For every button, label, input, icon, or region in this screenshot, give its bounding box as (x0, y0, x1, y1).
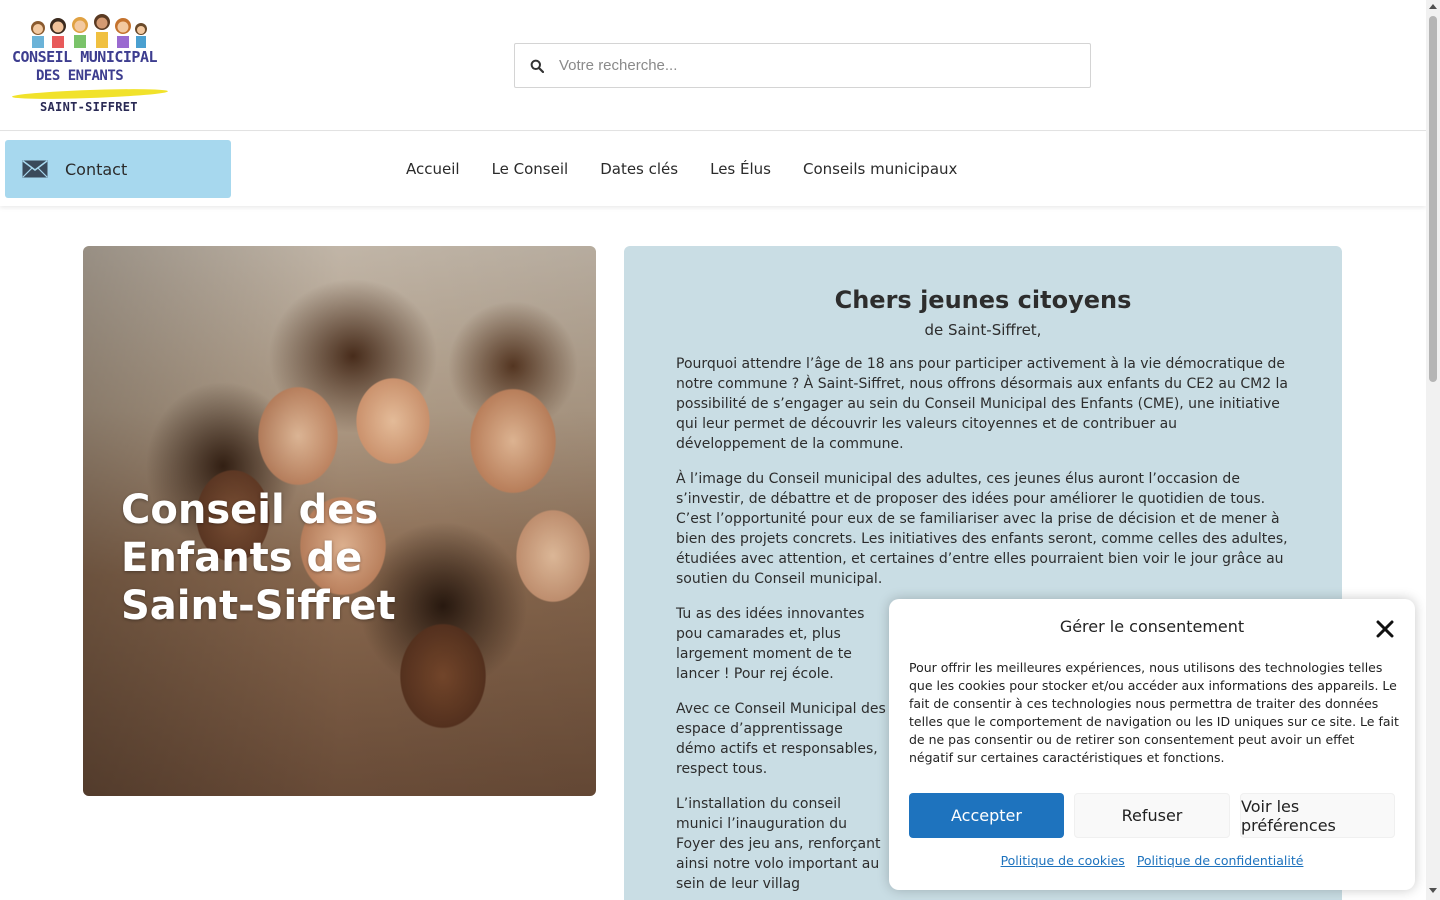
nav-item-les-elus[interactable]: Les Élus (694, 160, 787, 178)
intro-paragraph: L’installation du conseil munici l’inaug… (676, 796, 881, 892)
nav-item-le-conseil[interactable]: Le Conseil (476, 160, 585, 178)
close-icon[interactable] (1373, 617, 1397, 641)
scrollbar-thumb[interactable] (1429, 16, 1437, 382)
intro-paragraph: Avec ce Conseil Municipal des espace d’a… (676, 701, 886, 777)
scroll-up-arrow-icon[interactable] (1429, 4, 1437, 9)
intro-paragraph: À l’image du Conseil municipal des adult… (676, 471, 1288, 587)
cookie-policy-link[interactable]: Politique de cookies (1001, 853, 1125, 868)
intro-paragraph: Pourquoi attendre l’âge de 18 ans pour p… (676, 356, 1289, 452)
intro-subheading: de Saint-Siffret, (924, 321, 1042, 339)
scroll-down-arrow-icon[interactable] (1429, 888, 1437, 893)
logo-swoosh (11, 87, 169, 101)
nav-item-accueil[interactable]: Accueil (390, 160, 476, 178)
privacy-policy-link[interactable]: Politique de confidentialité (1137, 853, 1304, 868)
deny-button[interactable]: Refuser (1074, 793, 1230, 838)
main-menu: Accueil Le Conseil Dates clés Les Élus C… (390, 132, 973, 206)
intro-heading: Chers jeunes citoyens (834, 286, 1132, 314)
site-header: CONSEIL MUNICIPAL DES ENFANTS SAINT-SIFF… (0, 0, 1426, 131)
consent-links: Politique de cookies Politique de confid… (889, 853, 1415, 868)
consent-message: Pour offrir les meilleures expériences, … (909, 660, 1399, 765)
logo-title-line1: CONSEIL MUNICIPAL (12, 48, 158, 66)
consent-title: Gérer le consentement (1059, 617, 1245, 636)
hero-title: Conseil des Enfants de Saint-Siffret (121, 487, 396, 629)
nav-item-conseils-municipaux[interactable]: Conseils municipaux (787, 160, 973, 178)
search-input[interactable] (559, 45, 1090, 86)
search-icon[interactable] (515, 44, 559, 88)
contact-button[interactable]: Contact (5, 140, 231, 198)
children-illustration-icon (31, 14, 147, 48)
logo-title-line2: DES ENFANTS (36, 68, 124, 84)
envelope-icon (5, 160, 65, 178)
intro-paragraph: Tu as des idées innovantes pou camarades… (676, 606, 865, 682)
search-box[interactable] (514, 43, 1091, 88)
main-nav-bar: Contact Accueil Le Conseil Dates clés Le… (0, 132, 1426, 206)
site-logo[interactable]: CONSEIL MUNICIPAL DES ENFANTS SAINT-SIFF… (10, 14, 172, 116)
logo-town: SAINT-SIFFRET (40, 100, 138, 114)
hero-image: Conseil des Enfants de Saint-Siffret (83, 246, 596, 796)
accept-button[interactable]: Accepter (909, 793, 1064, 838)
view-preferences-button[interactable]: Voir les préférences (1240, 793, 1395, 838)
contact-label: Contact (65, 159, 128, 179)
page-scrollbar[interactable] (1426, 0, 1440, 900)
nav-item-dates-cles[interactable]: Dates clés (584, 160, 694, 178)
cookie-consent-dialog: Gérer le consentement Pour offrir les me… (889, 599, 1415, 890)
